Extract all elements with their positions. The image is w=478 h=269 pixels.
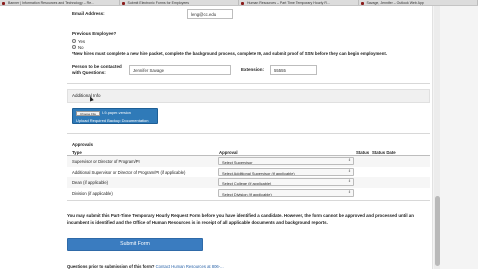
chevron-updown-icon: ⇕	[347, 158, 351, 162]
approvals-heading: Approvals	[72, 142, 94, 147]
favicon-icon	[121, 1, 125, 5]
browser-tab-forms[interactable]: Submit Electronic Forms for Employees	[120, 0, 239, 5]
divider	[67, 200, 430, 201]
questions-prefix: Questions prior to submission of this fo…	[67, 264, 155, 269]
previous-employee-no-radio[interactable]	[72, 45, 76, 49]
additional-supervisor-select[interactable]: Select Additional Supervisor (if applica…	[218, 168, 354, 176]
divider	[67, 133, 430, 134]
contact-hr-link[interactable]: Contact Human Resources at 806-...	[156, 264, 224, 269]
extension-label: Extension:	[241, 67, 265, 72]
division-select[interactable]: Select Division (if applicable) ⇕	[218, 189, 354, 197]
additional-info-heading: Additional Info	[72, 93, 101, 98]
select-value: Select Division (if applicable)	[222, 191, 272, 197]
extension-field[interactable]: 55555	[270, 65, 317, 75]
tab-label: Savage, Jennifer – Outlook Web App	[366, 1, 424, 5]
favicon-icon	[241, 1, 244, 5]
previous-employee-yes-radio[interactable]	[72, 39, 76, 43]
vertical-scrollbar[interactable]	[434, 6, 440, 269]
contact-label-line2: with Questions:	[72, 70, 106, 75]
approval-type: Supervisor or Director of Program/PI	[72, 159, 140, 164]
tab-label: Human Resources – Part Time Temporary Ho…	[247, 1, 330, 5]
chevron-updown-icon: ⇕	[347, 179, 351, 183]
upload-documentation-label: Upload Required Backup Documentation	[76, 117, 149, 123]
chosen-file-name: I-9-paper-version	[102, 111, 131, 115]
no-label: No	[78, 45, 84, 50]
select-value: Select Additional Supervisor (if applica…	[222, 170, 295, 176]
select-value: Select Supervisor	[222, 159, 253, 165]
supervisor-select[interactable]: Select Supervisor ⇕	[218, 157, 354, 165]
additional-info-header	[67, 89, 430, 103]
approval-type: Dean (if applicable)	[72, 180, 109, 185]
previous-employee-label: Previous Employee?	[72, 31, 117, 36]
select-value: Select College (if applicable)	[222, 180, 272, 186]
questions-line: Questions prior to submission of this fo…	[67, 264, 224, 269]
submission-notice: You may submit this Part-Time Temporary …	[67, 213, 414, 225]
submit-form-button[interactable]: Submit Form	[67, 238, 203, 251]
contact-person-field[interactable]: Jennifer Savage	[129, 65, 231, 75]
tab-label: Submit Electronic Forms for Employees	[127, 1, 189, 5]
choose-file-button[interactable]: Choose File	[76, 111, 100, 116]
upload-documentation-panel[interactable]: Choose File I-9-paper-version Upload Req…	[72, 108, 158, 124]
chevron-updown-icon: ⇕	[347, 169, 351, 173]
scrollbar-thumb[interactable]	[434, 196, 440, 266]
contact-label-line1: Person to be contacted	[72, 64, 122, 69]
chevron-updown-icon: ⇕	[347, 190, 351, 194]
form-page	[0, 6, 432, 269]
favicon-icon	[360, 1, 364, 5]
yes-label: Yes	[78, 39, 86, 44]
tab-label: Banner | Information Resources and Techn…	[8, 1, 95, 5]
browser-tab-outlook[interactable]: Savage, Jennifer – Outlook Web App	[359, 0, 478, 5]
new-hire-note: *New hires must complete a new hire pack…	[72, 51, 387, 56]
browser-tab-banner[interactable]: Banner | Information Resources and Techn…	[0, 0, 120, 5]
divider	[67, 83, 430, 84]
browser-tab-hr[interactable]: Human Resources – Part Time Temporary Ho…	[239, 0, 359, 5]
dean-select[interactable]: Select College (if applicable) ⇕	[218, 178, 354, 186]
approval-type: Division (if applicable)	[72, 191, 113, 196]
email-label: Email Address:	[72, 11, 105, 16]
approval-type: Additional Supervisor or Director of Pro…	[72, 170, 186, 175]
email-field[interactable]: leng@cc.edu	[187, 9, 233, 19]
favicon-icon	[2, 1, 5, 5]
